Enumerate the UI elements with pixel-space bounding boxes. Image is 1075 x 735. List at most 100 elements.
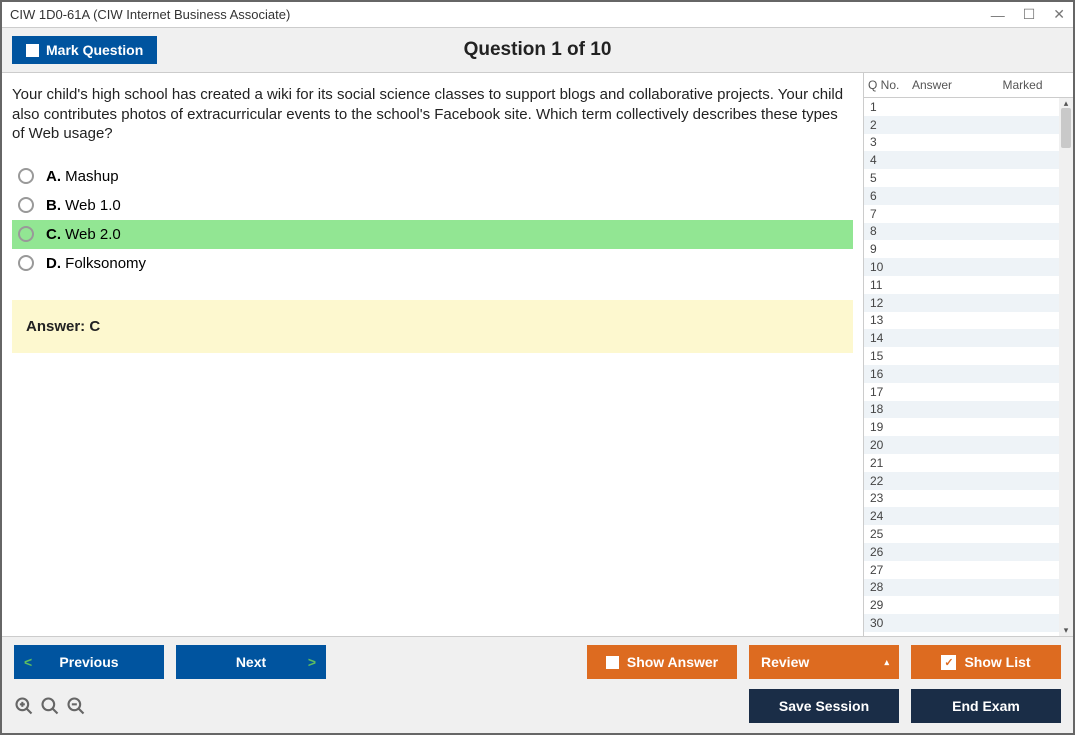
- review-label: Review: [761, 654, 809, 670]
- list-row[interactable]: 13: [864, 312, 1059, 330]
- row-qno: 22: [864, 474, 908, 488]
- list-row[interactable]: 16: [864, 365, 1059, 383]
- list-row[interactable]: 9: [864, 240, 1059, 258]
- row-qno: 14: [864, 331, 908, 345]
- window-controls: — ☐ ✕: [991, 6, 1065, 23]
- list-row[interactable]: 29: [864, 596, 1059, 614]
- checkmark-icon: ✓: [941, 655, 956, 670]
- mark-question-button[interactable]: Mark Question: [12, 36, 157, 64]
- zoom-in-icon[interactable]: [14, 696, 34, 716]
- show-list-button[interactable]: ✓ Show List: [911, 645, 1061, 679]
- question-text: Your child's high school has created a w…: [12, 85, 853, 144]
- list-row[interactable]: 4: [864, 151, 1059, 169]
- list-row[interactable]: 24: [864, 507, 1059, 525]
- row-qno: 28: [864, 580, 908, 594]
- row-qno: 20: [864, 438, 908, 452]
- list-row[interactable]: 30: [864, 614, 1059, 632]
- list-row[interactable]: 14: [864, 329, 1059, 347]
- list-row[interactable]: 10: [864, 258, 1059, 276]
- maximize-icon[interactable]: ☐: [1023, 6, 1036, 23]
- zoom-reset-icon[interactable]: [40, 696, 60, 716]
- zoom-controls: [14, 696, 86, 716]
- list-row[interactable]: 17: [864, 383, 1059, 401]
- option-row[interactable]: D. Folksonomy: [12, 249, 853, 278]
- row-qno: 18: [864, 402, 908, 416]
- next-label: Next: [236, 654, 266, 670]
- list-body: 1234567891011121314151617181920212223242…: [864, 98, 1059, 636]
- footer: < Previous Next > Show Answer Review ▴ ✓…: [2, 636, 1073, 733]
- row-qno: 4: [864, 153, 908, 167]
- list-row[interactable]: 12: [864, 294, 1059, 312]
- radio-icon[interactable]: [18, 197, 34, 213]
- option-row[interactable]: C. Web 2.0: [12, 220, 853, 249]
- row-qno: 21: [864, 456, 908, 470]
- list-row[interactable]: 20: [864, 436, 1059, 454]
- row-qno: 29: [864, 598, 908, 612]
- list-row[interactable]: 11: [864, 276, 1059, 294]
- show-answer-button[interactable]: Show Answer: [587, 645, 737, 679]
- row-qno: 13: [864, 313, 908, 327]
- header-qno: Q No.: [864, 73, 908, 97]
- option-label: A. Mashup: [46, 168, 119, 185]
- row-qno: 26: [864, 545, 908, 559]
- option-row[interactable]: B. Web 1.0: [12, 191, 853, 220]
- list-row[interactable]: 8: [864, 223, 1059, 241]
- options-list: A. Mashup B. Web 1.0 C. Web 2.0 D. Folksono…: [12, 162, 853, 278]
- chevron-left-icon: <: [24, 654, 32, 670]
- list-row[interactable]: 5: [864, 169, 1059, 187]
- list-row[interactable]: 15: [864, 347, 1059, 365]
- next-button[interactable]: Next >: [176, 645, 326, 679]
- zoom-out-icon[interactable]: [66, 696, 86, 716]
- list-header: Q No. Answer Marked: [864, 73, 1073, 98]
- row-qno: 25: [864, 527, 908, 541]
- row-qno: 3: [864, 135, 908, 149]
- row-qno: 24: [864, 509, 908, 523]
- list-row[interactable]: 28: [864, 579, 1059, 597]
- minimize-icon[interactable]: —: [991, 7, 1005, 23]
- list-row[interactable]: 22: [864, 472, 1059, 490]
- list-row[interactable]: 27: [864, 561, 1059, 579]
- list-row[interactable]: 23: [864, 490, 1059, 508]
- row-qno: 11: [864, 278, 908, 292]
- list-row[interactable]: 25: [864, 525, 1059, 543]
- radio-icon[interactable]: [18, 226, 34, 242]
- checkbox-icon: [26, 44, 39, 57]
- radio-icon[interactable]: [18, 168, 34, 184]
- option-label: B. Web 1.0: [46, 197, 121, 214]
- checkbox-icon: [606, 656, 619, 669]
- end-exam-label: End Exam: [952, 698, 1020, 714]
- row-qno: 16: [864, 367, 908, 381]
- review-button[interactable]: Review ▴: [749, 645, 899, 679]
- answer-box: Answer: C: [12, 300, 853, 353]
- list-row[interactable]: 3: [864, 134, 1059, 152]
- list-row[interactable]: 7: [864, 205, 1059, 223]
- row-qno: 19: [864, 420, 908, 434]
- close-icon[interactable]: ✕: [1053, 6, 1065, 23]
- scroll-thumb[interactable]: [1061, 108, 1071, 148]
- list-row[interactable]: 18: [864, 401, 1059, 419]
- option-row[interactable]: A. Mashup: [12, 162, 853, 191]
- list-row[interactable]: 6: [864, 187, 1059, 205]
- list-row[interactable]: 26: [864, 543, 1059, 561]
- scrollbar[interactable]: ▴ ▾: [1059, 98, 1073, 636]
- list-row[interactable]: 21: [864, 454, 1059, 472]
- previous-button[interactable]: < Previous: [14, 645, 164, 679]
- scroll-track[interactable]: [1059, 108, 1073, 626]
- row-qno: 7: [864, 207, 908, 221]
- option-label: C. Web 2.0: [46, 226, 121, 243]
- list-row[interactable]: 1: [864, 98, 1059, 116]
- end-exam-button[interactable]: End Exam: [911, 689, 1061, 723]
- row-qno: 10: [864, 260, 908, 274]
- list-row[interactable]: 19: [864, 418, 1059, 436]
- question-counter: Question 1 of 10: [464, 39, 612, 61]
- save-session-button[interactable]: Save Session: [749, 689, 899, 723]
- list-row[interactable]: 2: [864, 116, 1059, 134]
- titlebar: CIW 1D0-61A (CIW Internet Business Assoc…: [2, 2, 1073, 27]
- window-title: CIW 1D0-61A (CIW Internet Business Assoc…: [10, 7, 290, 22]
- row-qno: 23: [864, 491, 908, 505]
- scroll-up-icon[interactable]: ▴: [1064, 99, 1069, 108]
- previous-label: Previous: [59, 654, 118, 670]
- scroll-down-icon[interactable]: ▾: [1064, 626, 1069, 635]
- toolbar: Mark Question Question 1 of 10: [2, 27, 1073, 73]
- radio-icon[interactable]: [18, 255, 34, 271]
